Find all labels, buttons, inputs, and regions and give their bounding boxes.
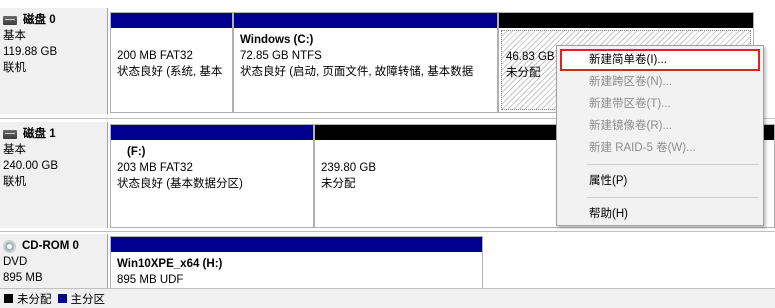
- menu-separator: [587, 164, 759, 165]
- disk-name: CD-ROM 0: [22, 240, 79, 252]
- menu-item-new-spanned-volume[interactable]: 新建跨区卷(N)...: [557, 71, 763, 93]
- legend-bar: 未分配 主分区: [0, 288, 775, 308]
- disk-type: 基本: [3, 30, 26, 42]
- menu-item-properties[interactable]: 属性(P): [557, 170, 763, 192]
- legend-label-primary: 主分区: [70, 293, 106, 306]
- menu-item-new-mirrored-volume[interactable]: 新建镜像卷(R)...: [557, 115, 763, 137]
- partition-bar: [111, 125, 313, 140]
- partition-size: 203 MB FAT32: [117, 162, 193, 174]
- legend-swatch-unallocated: [4, 294, 13, 303]
- partition-cdrom-h[interactable]: Win10XPE_x64 (H:) 895 MB UDF: [110, 236, 483, 290]
- menu-separator: [587, 197, 759, 198]
- disk-size: 895 MB: [3, 272, 43, 284]
- partition-bar: [111, 13, 232, 28]
- disk-status: 联机: [3, 62, 26, 74]
- disk-name: 磁盘 0: [23, 14, 56, 26]
- disk-name: 磁盘 1: [23, 128, 56, 140]
- disk-0-label[interactable]: 磁盘 0 基本 119.88 GB 联机: [0, 8, 108, 114]
- menu-item-new-striped-volume[interactable]: 新建带区卷(T)...: [557, 93, 763, 115]
- disk-size: 119.88 GB: [3, 46, 58, 58]
- partition-name: Windows (C:): [240, 34, 314, 46]
- partition-status: 状态良好 (系统, 基本: [117, 66, 223, 78]
- disk-type: DVD: [3, 256, 28, 268]
- partition-size: 895 MB UDF: [117, 274, 184, 286]
- legend-label-unallocated: 未分配: [17, 293, 52, 306]
- disk-icon: [3, 129, 17, 139]
- context-menu: 新建简单卷(I)... 新建跨区卷(N)... 新建带区卷(T)... 新建镜像…: [556, 45, 764, 226]
- partition-disk0-system[interactable]: 200 MB FAT32 状态良好 (系统, 基本: [110, 12, 233, 113]
- disk-size: 240.00 GB: [3, 160, 58, 172]
- partition-size: 72.85 GB NTFS: [240, 50, 322, 62]
- partition-bar: [499, 13, 753, 28]
- menu-item-help[interactable]: 帮助(H): [557, 203, 763, 225]
- partition-status: 状态良好 (启动, 页面文件, 故障转储, 基本数据: [240, 66, 474, 78]
- cd-icon: [3, 239, 16, 253]
- partition-bar: [234, 13, 497, 28]
- partition-name: (F:): [127, 146, 146, 158]
- disk-1-label[interactable]: 磁盘 1 基本 240.00 GB 联机: [0, 122, 108, 228]
- legend-swatch-primary: [57, 294, 67, 303]
- partition-size: 200 MB FAT32: [117, 50, 193, 62]
- menu-item-new-raid5-volume[interactable]: 新建 RAID-5 卷(W)...: [557, 137, 763, 159]
- menu-item-new-simple-volume[interactable]: 新建简单卷(I)...: [560, 49, 760, 71]
- partition-status: 状态良好 (基本数据分区): [117, 178, 243, 190]
- partition-name: Win10XPE_x64 (H:): [117, 258, 223, 270]
- disk-icon: [3, 15, 17, 25]
- disk-type: 基本: [3, 144, 26, 156]
- partition-disk1-f[interactable]: (F:) 203 MB FAT32 状态良好 (基本数据分区): [110, 124, 314, 228]
- cdrom-0-label[interactable]: CD-ROM 0 DVD 895 MB: [0, 234, 108, 288]
- partition-bar: [111, 237, 482, 252]
- partition-disk0-windows[interactable]: Windows (C:) 72.85 GB NTFS 状态良好 (启动, 页面文…: [233, 12, 498, 113]
- disk-status: 联机: [3, 176, 26, 188]
